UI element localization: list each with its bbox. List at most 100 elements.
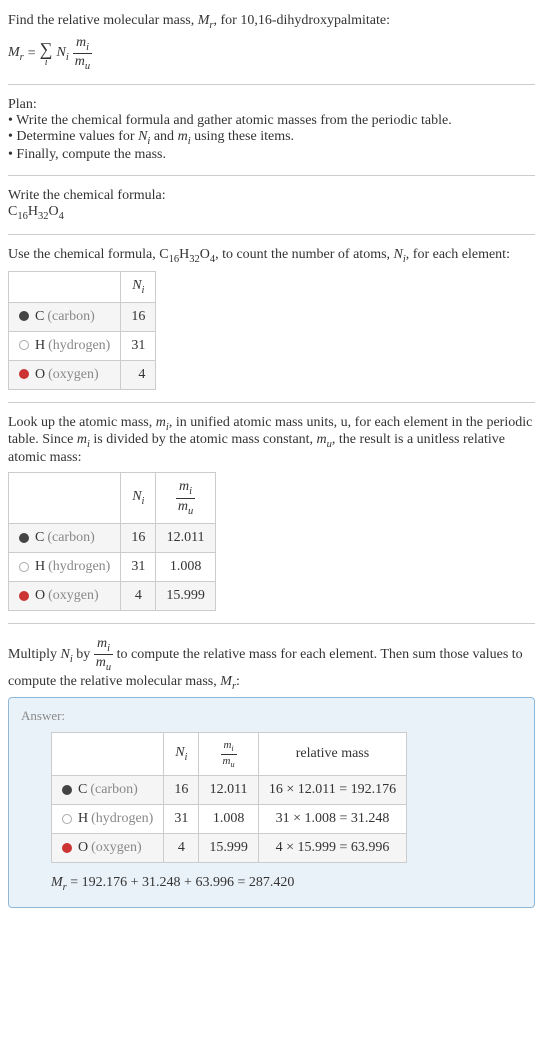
mass-value: 1.008 bbox=[156, 552, 216, 581]
eq-r: r bbox=[20, 52, 24, 63]
fn: mi bbox=[176, 479, 195, 498]
cf-c: C bbox=[8, 204, 17, 219]
plan-section: Plan: • Write the chemical formula and g… bbox=[8, 89, 535, 171]
mr-var: Mr bbox=[198, 13, 214, 28]
equation-mr: Mr = ∑ i Ni mi mu bbox=[8, 35, 535, 73]
mi-var2: mi bbox=[77, 432, 90, 447]
divider bbox=[8, 623, 535, 624]
mm1: by bbox=[73, 647, 94, 662]
carbon-dot-icon bbox=[19, 533, 29, 543]
divider bbox=[8, 234, 535, 235]
hn: 32 bbox=[189, 254, 200, 265]
mult-ni: Ni bbox=[61, 647, 73, 662]
ni-header: Ni bbox=[164, 733, 199, 776]
en: (oxygen) bbox=[48, 588, 99, 603]
plan-ni: Ni bbox=[138, 129, 150, 144]
elem-sym: O bbox=[35, 367, 45, 382]
oxygen-dot-icon bbox=[19, 591, 29, 601]
fm: M bbox=[51, 875, 63, 890]
aes: H bbox=[78, 811, 88, 826]
cf-o: O bbox=[48, 204, 58, 219]
plan-b2-post: using these items. bbox=[191, 129, 294, 144]
cf-cn: 16 bbox=[17, 211, 28, 222]
mn: N bbox=[61, 647, 70, 662]
table-row: H(hydrogen) 31 1.008 bbox=[9, 552, 216, 581]
afni: i bbox=[231, 745, 233, 754]
hydrogen-dot-icon bbox=[19, 340, 29, 350]
count-post-post: , for each element: bbox=[406, 247, 510, 262]
answer-label: Answer: bbox=[21, 708, 522, 724]
count-value: 4 bbox=[121, 360, 156, 389]
element-cell: C(carbon) bbox=[9, 302, 121, 331]
eq-i: i bbox=[66, 52, 69, 63]
plan-bullet-2: • Determine values for Ni and mi using t… bbox=[8, 129, 535, 147]
answer-table: Ni mi mu relative mass C(carbon) 16 12.0… bbox=[51, 732, 407, 863]
element-cell: C(carbon) bbox=[52, 775, 164, 804]
calc-value: 4 × 15.999 = 63.996 bbox=[258, 833, 406, 862]
calc-value: 31 × 1.008 = 31.248 bbox=[258, 804, 406, 833]
plan-title: Plan: bbox=[8, 97, 535, 113]
plan-b2-mid: and bbox=[150, 129, 177, 144]
hydrogen-dot-icon bbox=[62, 814, 72, 824]
cn2: N bbox=[394, 247, 403, 262]
oxygen-dot-icon bbox=[62, 843, 72, 853]
aen: (oxygen) bbox=[91, 840, 142, 855]
fnm: m bbox=[179, 479, 189, 494]
count-text: Use the chemical formula, C16H32O4, to c… bbox=[8, 247, 535, 265]
plan-mi: mi bbox=[178, 129, 191, 144]
mass-value: 15.999 bbox=[199, 833, 259, 862]
ni-header: Ni bbox=[121, 473, 156, 524]
an: N bbox=[175, 745, 184, 760]
eq-ni: Ni bbox=[57, 45, 69, 63]
multiply-text: Multiply Ni by mimu to compute the relat… bbox=[8, 636, 535, 691]
element-cell: H(hydrogen) bbox=[9, 552, 121, 581]
blank-header bbox=[52, 733, 164, 776]
ni-n: N bbox=[132, 278, 141, 293]
mass-value: 1.008 bbox=[199, 804, 259, 833]
blank-header bbox=[9, 271, 121, 302]
element-cell: O(oxygen) bbox=[9, 360, 121, 389]
lookup-section: Look up the atomic mass, mi, in unified … bbox=[8, 407, 535, 619]
afrac: mi mu bbox=[221, 739, 237, 769]
carbon-dot-icon bbox=[62, 785, 72, 795]
elem-sym: H bbox=[35, 338, 45, 353]
count-value: 4 bbox=[164, 833, 199, 862]
ni-i: i bbox=[142, 285, 145, 296]
table-row: O(oxygen) 4 15.999 4 × 15.999 = 63.996 bbox=[52, 833, 407, 862]
fdu: u bbox=[188, 505, 193, 516]
count-post-pre: , to count the number of atoms, bbox=[215, 247, 393, 262]
mu-var: mu bbox=[317, 432, 332, 447]
mfdm: m bbox=[96, 655, 106, 670]
cn: 16 bbox=[169, 254, 180, 265]
aen: (carbon) bbox=[90, 782, 137, 797]
elem-name: (oxygen) bbox=[48, 367, 99, 382]
aes: C bbox=[78, 782, 87, 797]
table-row: H(hydrogen) 31 1.008 31 × 1.008 = 31.248 bbox=[52, 804, 407, 833]
mpost: : bbox=[236, 674, 240, 689]
mfnm: m bbox=[97, 636, 107, 651]
pm: m bbox=[178, 129, 188, 144]
count-value: 16 bbox=[121, 302, 156, 331]
l1: Look up the atomic mass, bbox=[8, 415, 156, 430]
divider bbox=[8, 402, 535, 403]
table-row: H(hydrogen) 31 bbox=[9, 331, 156, 360]
count-pre: Use the chemical formula, bbox=[8, 247, 159, 262]
element-cell: C(carbon) bbox=[9, 523, 121, 552]
table-header-row: Ni mi mu bbox=[9, 473, 216, 524]
blank-header bbox=[9, 473, 121, 524]
mass-value: 15.999 bbox=[156, 581, 216, 610]
final-mr: Mr bbox=[51, 875, 67, 890]
atomic-mass-table: Ni mi mu C(carbon) 16 12.011 H(hydrogen)… bbox=[8, 472, 216, 611]
mass-value: 12.011 bbox=[199, 775, 259, 804]
afd: mu bbox=[221, 755, 237, 769]
final-equation: Mr = 192.176 + 31.248 + 63.996 = 287.420 bbox=[51, 875, 522, 893]
fdm: m bbox=[178, 499, 188, 514]
table-row: C(carbon) 16 12.011 16 × 12.011 = 192.17… bbox=[52, 775, 407, 804]
m: m bbox=[76, 35, 86, 50]
eq-equals: = bbox=[28, 46, 36, 62]
calc-value: 16 × 12.011 = 192.176 bbox=[258, 775, 406, 804]
afdu: u bbox=[230, 760, 234, 769]
lm2: m bbox=[77, 432, 87, 447]
eq-lhs: Mr bbox=[8, 45, 24, 63]
o: O bbox=[200, 247, 210, 262]
